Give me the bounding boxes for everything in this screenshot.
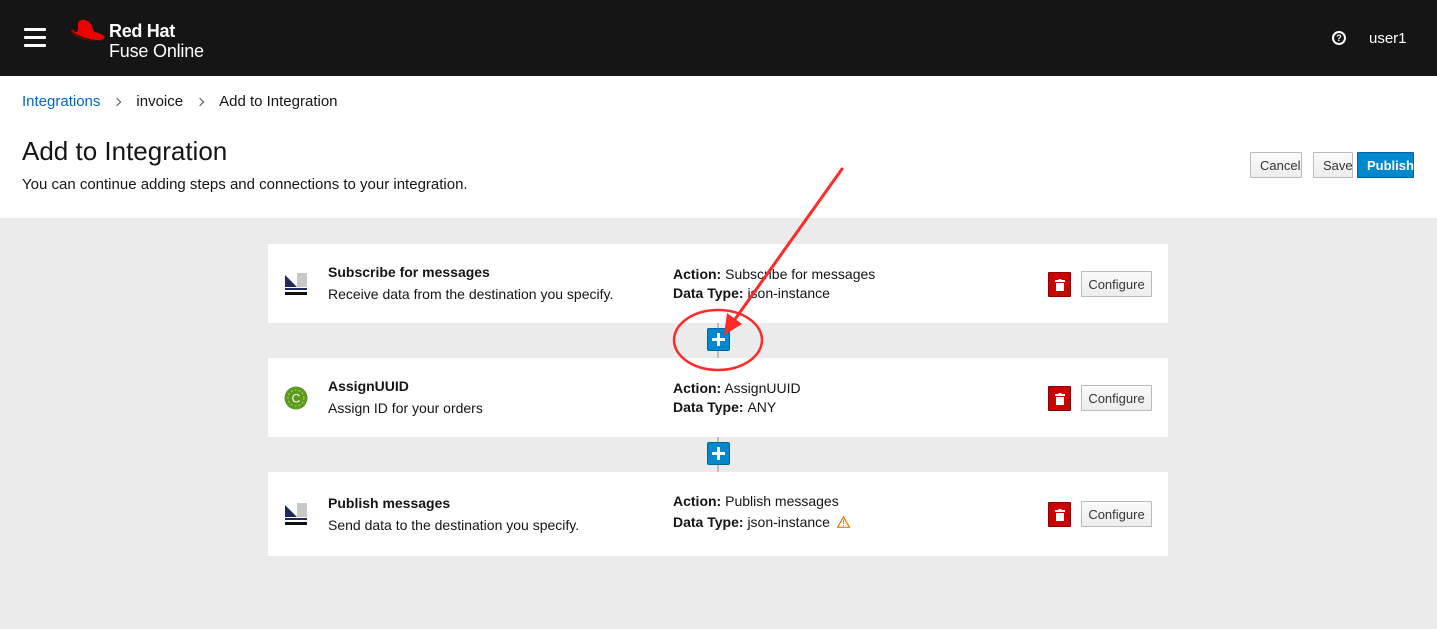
masthead: Red Hat Fuse Online ? user1: [0, 0, 1437, 76]
step-data-type: Data Type: json-instance: [673, 285, 830, 301]
page-title: Add to Integration: [22, 136, 228, 166]
step-action: Action: Subscribe for messages: [673, 266, 876, 282]
step-name: Publish messages: [328, 495, 451, 511]
chevron-right-icon: [197, 98, 205, 106]
step-description: Assign ID for your orders: [328, 400, 483, 416]
breadcrumb-current: Add to Integration: [219, 93, 338, 110]
hamburger-menu-icon[interactable]: [24, 28, 46, 47]
svg-text:C: C: [292, 392, 301, 406]
question-circle-icon[interactable]: ?: [1332, 31, 1346, 45]
amq-connector-icon: [284, 272, 308, 296]
save-button[interactable]: Save: [1313, 152, 1353, 178]
configure-button[interactable]: Configure: [1081, 501, 1152, 527]
step-data-type: Data Type: json-instance: [673, 514, 850, 530]
user-menu[interactable]: user1: [1369, 30, 1407, 47]
amq-connector-icon: [284, 502, 308, 526]
step-data-type: Data Type: ANY: [673, 399, 777, 415]
custom-extension-icon: C: [284, 386, 308, 410]
configure-button[interactable]: Configure: [1081, 385, 1152, 411]
step-card-subscribe: Subscribe for messages Receive data from…: [268, 244, 1168, 323]
product-name: Fuse Online: [109, 41, 204, 61]
red-hat-icon: [70, 19, 105, 42]
red-hat-logo[interactable]: Red Hat Fuse Online: [68, 16, 228, 61]
chevron-right-icon: [114, 98, 122, 106]
step-description: Receive data from the destination you sp…: [328, 286, 614, 302]
breadcrumb-invoice[interactable]: invoice: [136, 93, 183, 110]
publish-button[interactable]: Publish: [1357, 152, 1414, 178]
page-subtitle: You can continue adding steps and connec…: [22, 176, 468, 193]
warning-triangle-icon[interactable]: [836, 516, 850, 528]
step-action: Action: AssignUUID: [673, 380, 801, 396]
step-name: Subscribe for messages: [328, 264, 490, 280]
step-action: Action: Publish messages: [673, 493, 839, 509]
add-step-button[interactable]: [707, 328, 730, 351]
breadcrumb: Integrations invoice Add to Integration: [22, 93, 338, 110]
step-card-publish: Publish messages Send data to the destin…: [268, 472, 1168, 556]
step-card-assignuuid: C AssignUUID Assign ID for your orders A…: [268, 358, 1168, 437]
step-name: AssignUUID: [328, 378, 409, 394]
cancel-button[interactable]: Cancel: [1250, 152, 1302, 178]
delete-step-button[interactable]: [1048, 502, 1071, 527]
delete-step-button[interactable]: [1048, 386, 1071, 411]
step-description: Send data to the destination you specify…: [328, 517, 580, 533]
page-header: Integrations invoice Add to Integration …: [0, 76, 1437, 218]
add-step-button[interactable]: [707, 442, 730, 465]
delete-step-button[interactable]: [1048, 272, 1071, 297]
breadcrumb-integrations[interactable]: Integrations: [22, 93, 100, 110]
trash-icon: [1055, 509, 1065, 521]
configure-button[interactable]: Configure: [1081, 271, 1152, 297]
trash-icon: [1055, 279, 1065, 291]
trash-icon: [1055, 393, 1065, 405]
brand-name: Red Hat: [109, 21, 175, 41]
